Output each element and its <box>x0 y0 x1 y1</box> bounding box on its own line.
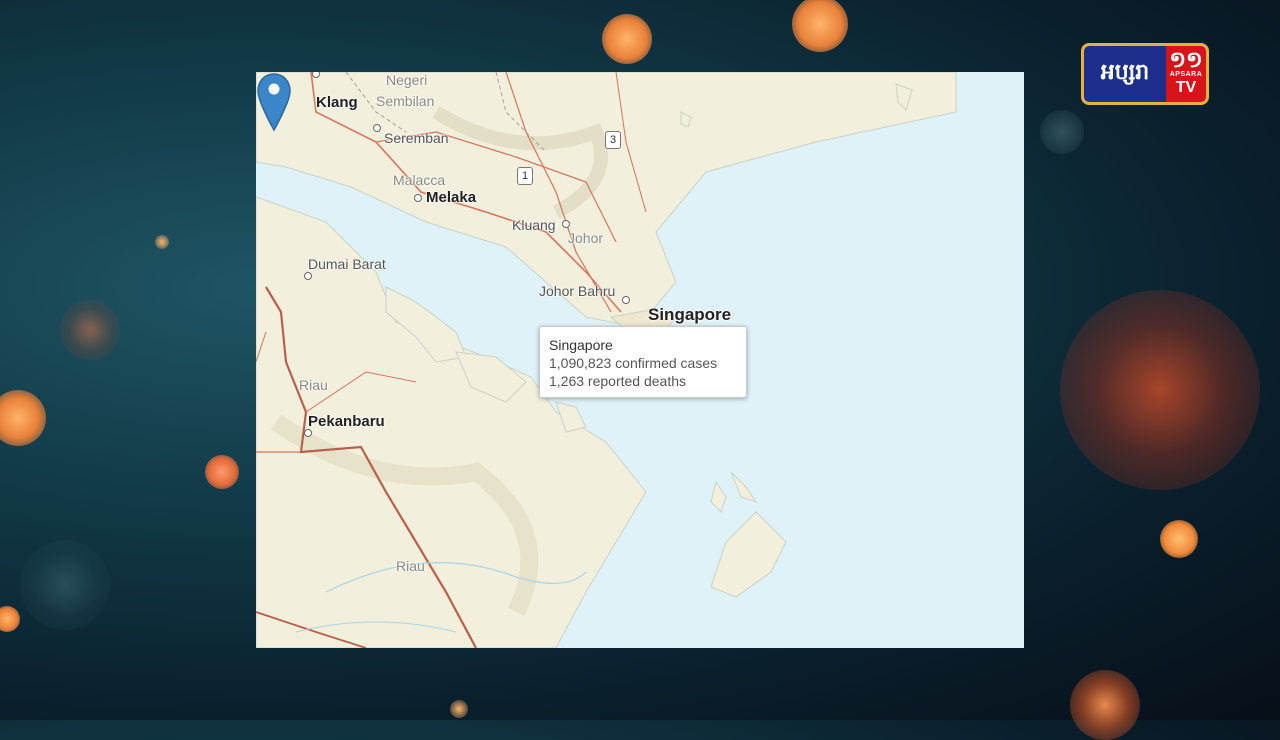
map-label-pekanbaru: Pekanbaru <box>308 413 385 430</box>
bokeh-orb <box>1160 520 1198 558</box>
city-dot <box>304 429 312 437</box>
popup-title: Singapore <box>549 337 613 353</box>
bokeh-orb <box>1070 670 1140 740</box>
bokeh-orb <box>60 300 120 360</box>
map-label-negeri-sembilan-line1: Negeri <box>386 72 428 88</box>
map-view[interactable]: 3 1 Klang Negeri Sembilan Seremban Malac… <box>256 72 1024 648</box>
map-pin-icon[interactable] <box>256 72 292 134</box>
city-dot <box>622 296 630 304</box>
popup-deaths: 1,263 reported deaths <box>549 373 686 389</box>
map-label-johor-bahru: Johor Bahru <box>539 283 616 299</box>
map-label-dumai-barat: Dumai Barat <box>308 256 386 272</box>
city-dot <box>304 272 312 280</box>
logo-khmer-text: អប្សរា <box>1084 46 1166 102</box>
city-dot <box>562 220 570 228</box>
channel-logo: អប្សរា ១១ APSARA TV <box>1081 43 1209 105</box>
map-label-klang: Klang <box>316 94 358 111</box>
bokeh-orb <box>20 540 110 630</box>
popup-cases: 1,090,823 confirmed cases <box>549 355 718 371</box>
bokeh-orb <box>155 235 169 249</box>
bokeh-orb <box>1060 290 1260 490</box>
map-popup: Singapore 1,090,823 confirmed cases 1,26… <box>539 326 747 398</box>
map-label-johor: Johor <box>568 230 604 246</box>
map-label-melaka: Melaka <box>426 189 477 206</box>
map-label-malacca: Malacca <box>393 172 446 188</box>
bokeh-orb <box>0 390 46 446</box>
city-dot <box>414 194 422 202</box>
bokeh-orb <box>0 606 20 632</box>
bokeh-orb <box>602 14 652 64</box>
bokeh-orb <box>792 0 848 52</box>
city-dot <box>373 124 381 132</box>
bokeh-orb <box>450 700 468 718</box>
map-label-seremban: Seremban <box>384 130 449 146</box>
map-label-kluang: Kluang <box>512 217 556 233</box>
logo-badge: ១១ APSARA TV <box>1166 46 1206 102</box>
route-shield: 3 <box>605 131 621 149</box>
route-shield: 1 <box>517 167 533 185</box>
logo-tv: TV <box>1175 79 1197 96</box>
logo-apsara: APSARA <box>1169 71 1203 78</box>
map-label-riau: Riau <box>299 377 328 393</box>
map-label-negeri-sembilan-line2: Sembilan <box>376 93 435 109</box>
bokeh-orb <box>205 455 239 489</box>
bokeh-orb <box>1040 110 1084 154</box>
map-label-riau-south: Riau <box>396 558 425 574</box>
logo-number: ១១ <box>1169 47 1203 72</box>
map-label-singapore: Singapore <box>648 305 732 324</box>
